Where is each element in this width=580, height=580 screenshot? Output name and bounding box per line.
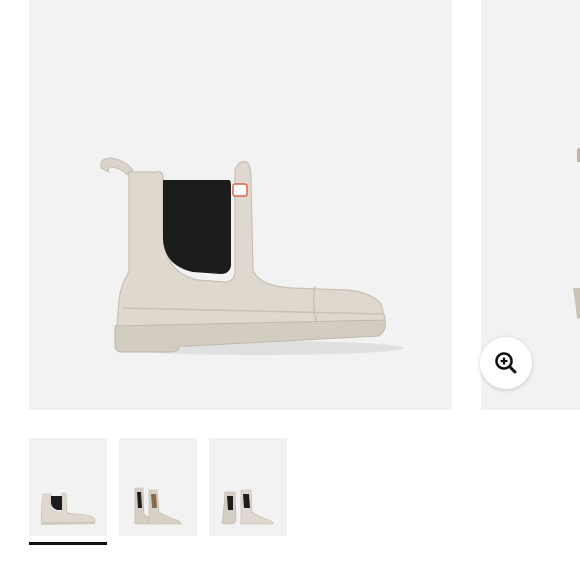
zoom-in-icon xyxy=(495,352,517,374)
boot-pair-front-thumb xyxy=(221,489,274,525)
thumbnail-strip xyxy=(29,438,287,548)
thumbnail-1[interactable] xyxy=(29,438,107,545)
thumbnail-2[interactable] xyxy=(119,438,197,536)
boot-side-thumb xyxy=(40,492,96,525)
chelsea-boot-image xyxy=(100,157,404,355)
product-main-image[interactable] xyxy=(29,0,452,410)
boot-pair-angle-thumb xyxy=(134,487,182,525)
zoom-button[interactable] xyxy=(480,337,532,389)
thumbnail-3[interactable] xyxy=(209,438,287,536)
